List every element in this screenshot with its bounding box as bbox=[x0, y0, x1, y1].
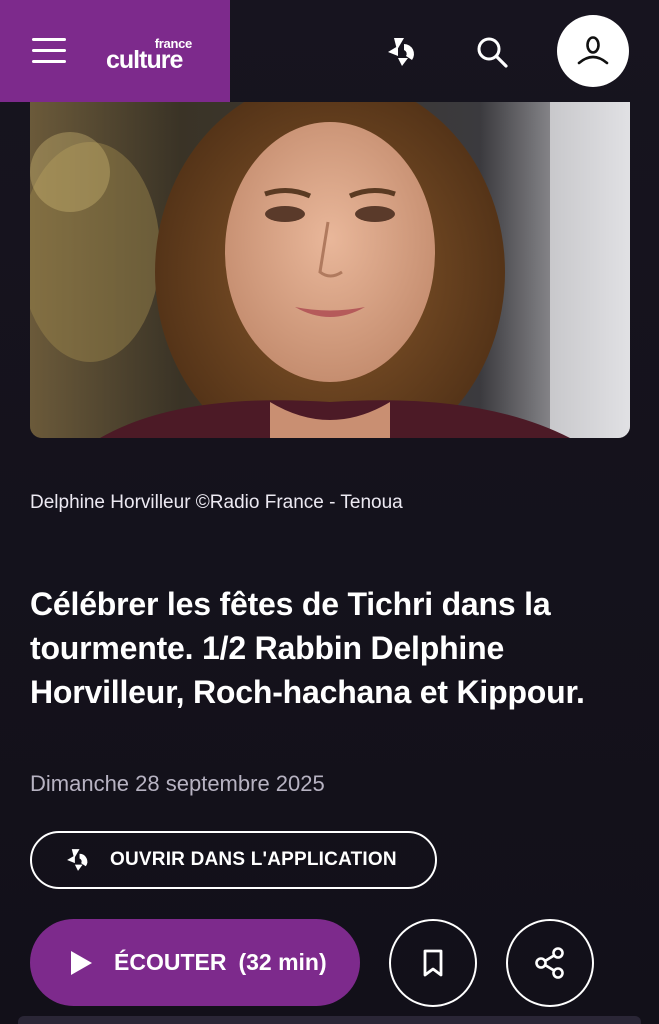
france-culture-logo[interactable]: france culture bbox=[106, 36, 206, 76]
hamburger-menu-icon[interactable] bbox=[32, 36, 68, 66]
share-icon bbox=[535, 947, 564, 979]
radio-france-app-icon[interactable] bbox=[372, 22, 432, 82]
listen-button[interactable]: ÉCOUTER (32 min) bbox=[30, 919, 360, 1006]
radio-france-app-icon bbox=[67, 849, 88, 871]
bookmark-button[interactable] bbox=[389, 919, 477, 1007]
user-account-icon bbox=[577, 36, 609, 65]
bottom-player-strip bbox=[18, 1016, 641, 1024]
logo-big-text: culture bbox=[106, 46, 183, 74]
bookmark-icon bbox=[423, 949, 443, 977]
page: france culture Delphine Horvilleur ©Radi… bbox=[0, 0, 659, 1024]
listen-duration: (32 min) bbox=[238, 949, 327, 975]
user-account-button[interactable] bbox=[557, 15, 629, 87]
share-button[interactable] bbox=[506, 919, 594, 1007]
search-icon[interactable] bbox=[462, 22, 522, 82]
open-in-app-button[interactable]: OUVRIR DANS L'APPLICATION bbox=[30, 831, 437, 889]
brand-block: france culture bbox=[0, 0, 230, 102]
header: france culture bbox=[0, 0, 659, 102]
publication-date: Dimanche 28 septembre 2025 bbox=[30, 771, 325, 796]
article-hero-image bbox=[30, 102, 630, 438]
listen-label: ÉCOUTER bbox=[114, 949, 227, 975]
page-title: Célébrer les fêtes de Tichri dans la tou… bbox=[30, 586, 585, 710]
image-caption: Delphine Horvilleur ©Radio France - Teno… bbox=[30, 492, 403, 513]
open-in-app-label: OUVRIR DANS L'APPLICATION bbox=[110, 849, 397, 870]
play-icon bbox=[71, 950, 92, 975]
